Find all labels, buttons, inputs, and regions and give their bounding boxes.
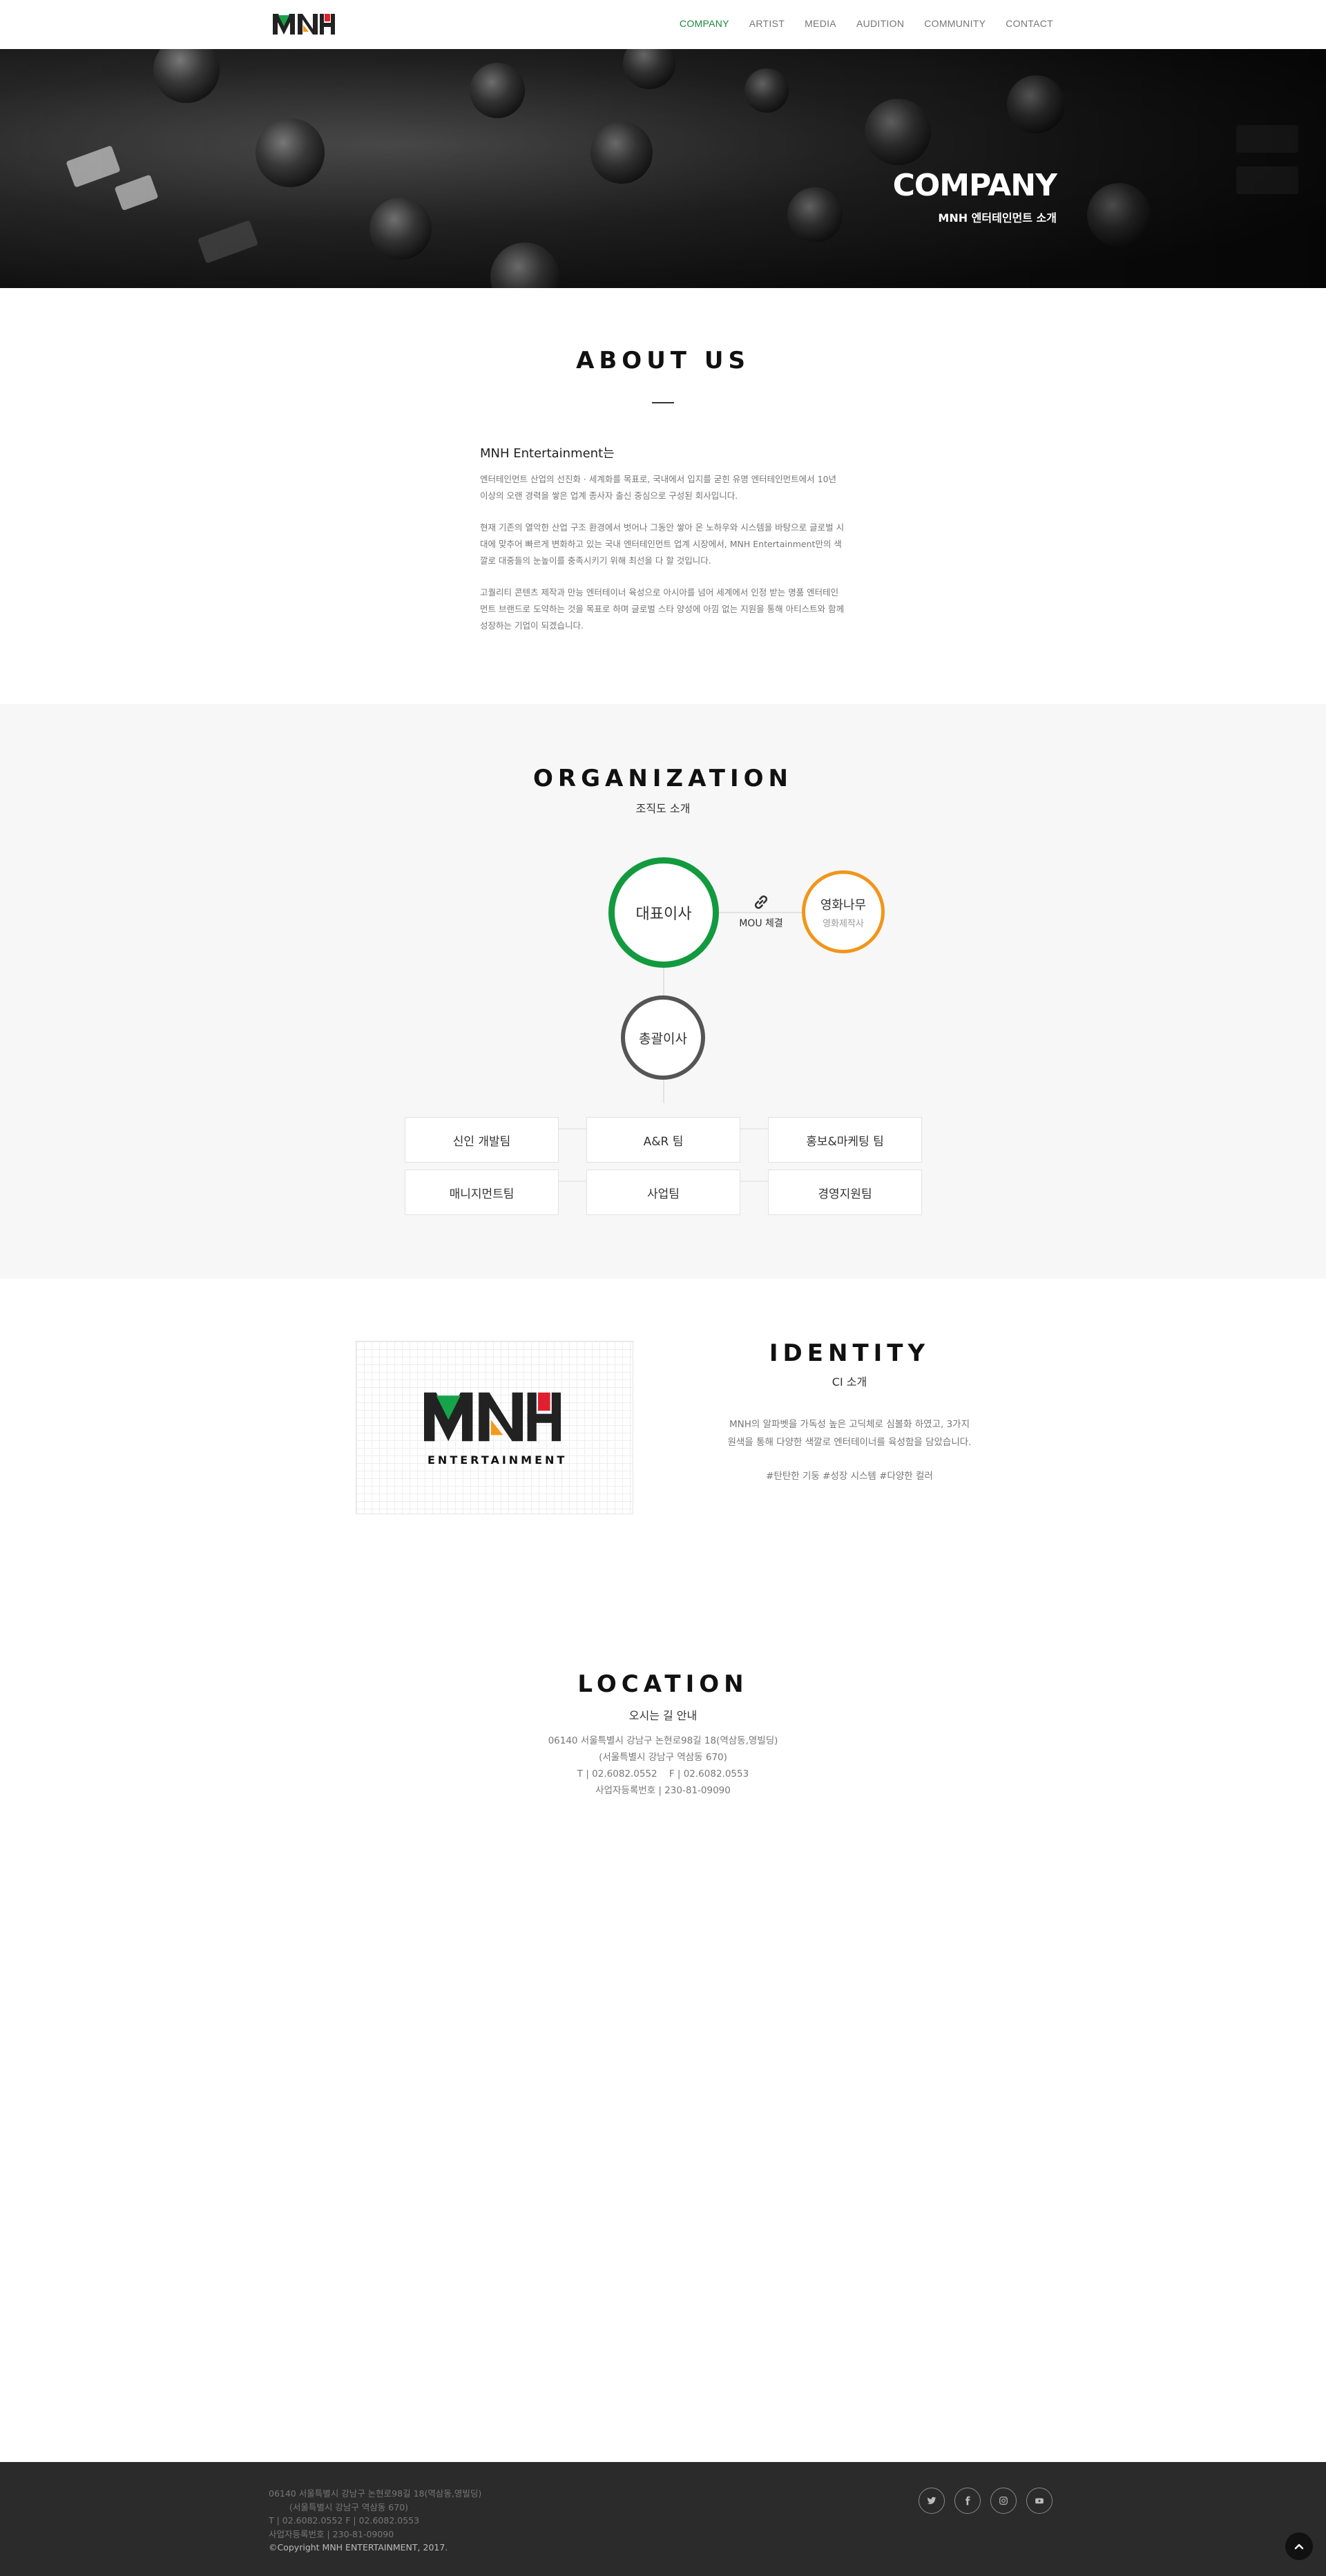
phone-fax-line: T | 02.6082.0552 F | 02.6082.0553 [577,1768,749,1780]
identity-title: IDENTITY [769,1339,930,1367]
identity-desc-line: MNH의 알파벳을 가독성 높은 고딕체로 심볼화 하였고, 3가지 [729,1419,970,1430]
location-title: LOCATION [577,1670,749,1698]
facebook-icon[interactable] [954,2488,981,2514]
gm-label: 총괄이사 [639,1031,687,1047]
ci-logo-caption: ENTERTAINMENT [427,1453,568,1467]
about-paragraph: 현재 기존의 열악한 산업 구조 환경에서 벗어나 그동안 쌓아 온 노하우와 … [480,522,845,566]
location-section: LOCATION 오시는 길 안내 06140 서울특별시 강남구 논현로98길… [0,1624,1326,2462]
chevron-up-icon [1294,2544,1304,2550]
address-line: 06140 서울특별시 강남구 논현로98길 18(역삼동,영빌딩) [548,1735,778,1746]
footer-address-line: (서울특별시 강남구 역삼동 670) [289,2501,409,2512]
hero-title-block: COMPANY MNH 엔터테인먼트 소개 [893,168,1057,225]
team-box: 사업팀 [586,1170,740,1215]
footer-info: 06140 서울특별시 강남구 논현로98길 18(역삼동,영빌딩) (서울특별… [269,2487,481,2555]
about-divider [652,402,674,403]
team-box: 신인 개발팀 [405,1117,559,1163]
team-box: 매니지먼트팀 [405,1170,559,1215]
mnh-logo[interactable] [273,11,335,36]
nav-media[interactable]: MEDIA [805,18,836,29]
location-subtitle: 오시는 길 안내 [628,1709,698,1722]
footer-business-number: 사업자등록번호 | 230-81-09090 [269,2528,394,2539]
location-address: 06140 서울특별시 강남구 논현로98길 18(역삼동,영빌딩) (서울특별… [0,1733,1326,1799]
social-links [919,2488,1053,2514]
about-heading: MNH Entertainment는 [480,446,615,461]
nav-audition[interactable]: AUDITION [856,18,904,29]
partner-node: 영화나무 영화제작사 [802,870,885,953]
main-nav: COMPANY ARTIST MEDIA AUDITION COMMUNITY … [660,18,1053,29]
site-footer: 06140 서울특별시 강남구 논현로98길 18(역삼동,영빌딩) (서울특별… [0,2462,1326,2576]
hero-title: COMPANY [892,168,1057,203]
organization-section: ORGANIZATION 조직도 소개 대표이사 MOU 체결 영화나무 영화제… [0,704,1326,1279]
link-icon [754,895,768,909]
twitter-icon[interactable] [919,2488,945,2514]
identity-desc-line: 원색을 통해 다양한 색깔로 엔터테이너를 육성함을 담았습니다. [727,1437,972,1448]
team-box: 경영지원팀 [768,1170,922,1215]
footer-copyright: ©Copyright MNH ENTERTAINMENT, 2017. [269,2542,448,2553]
hero-subtitle: MNH 엔터테인먼트 소개 [938,211,1057,225]
mou-label-block: MOU 체결 [727,893,796,930]
nav-company[interactable]: COMPANY [680,18,729,29]
ceo-label: 대표이사 [635,906,692,923]
ci-logo-box: ENTERTAINMENT [356,1341,633,1514]
identity-section: ENTERTAINMENT IDENTITY CI 소개 MNH의 알파벳을 가… [0,1279,1326,1624]
about-paragraph: 엔터테인먼트 산업의 선진화 · 세계화를 목표로, 국내에서 입지를 굳힌 유… [480,474,837,501]
footer-address-line: 06140 서울특별시 강남구 논현로98길 18(역삼동,영빌딩) [269,2488,482,2499]
address-line: (서울특별시 강남구 역삼동 670) [599,1752,727,1763]
ceo-node: 대표이사 [608,857,719,968]
partner-label: 영화나무 [820,897,867,913]
identity-tags: #탄탄한 기둥 #성장 시스템 #다양한 컬러 [766,1471,933,1482]
about-section: ABOUT US MNH Entertainment는 엔터테인먼트 산업의 선… [0,288,1326,704]
hero-banner: COMPANY MNH 엔터테인먼트 소개 [0,49,1326,288]
nav-community[interactable]: COMMUNITY [924,18,986,29]
site-header: COMPANY ARTIST MEDIA AUDITION COMMUNITY … [0,0,1326,49]
team-box: A&R 팀 [586,1117,740,1163]
business-number-line: 사업자등록번호 | 230-81-09090 [595,1785,731,1796]
nav-contact[interactable]: CONTACT [1006,18,1053,29]
instagram-icon[interactable] [990,2488,1017,2514]
identity-subtitle: CI 소개 [832,1375,867,1389]
ci-logo-image [424,1392,561,1442]
about-title: ABOUT US [576,347,750,374]
gm-node: 총괄이사 [621,995,705,1080]
scroll-to-top-button[interactable] [1285,2532,1313,2560]
youtube-icon[interactable] [1026,2488,1053,2514]
about-paragraph: 고퀄리티 콘텐츠 제작과 만능 엔터테이너 육성으로 아시아를 넘어 세계에서 … [480,587,845,631]
identity-description: MNH의 알파벳을 가독성 높은 고딕체로 심볼화 하였고, 3가지 원색을 통… [711,1415,988,1451]
partner-sub-label: 영화제작사 [823,918,864,929]
about-body: MNH Entertainment는 엔터테인먼트 산업의 선진화 · 세계화를… [480,443,846,634]
identity-text-block: IDENTITY CI 소개 MNH의 알파벳을 가독성 높은 고딕체로 심볼화… [711,1339,988,1482]
footer-phone-line: T | 02.6082.0552 F | 02.6082.0553 [269,2515,420,2526]
nav-artist[interactable]: ARTIST [749,18,785,29]
team-box: 홍보&마케팅 팀 [768,1117,922,1163]
mou-label: MOU 체결 [739,918,783,929]
mixer-background-image [0,49,1326,288]
